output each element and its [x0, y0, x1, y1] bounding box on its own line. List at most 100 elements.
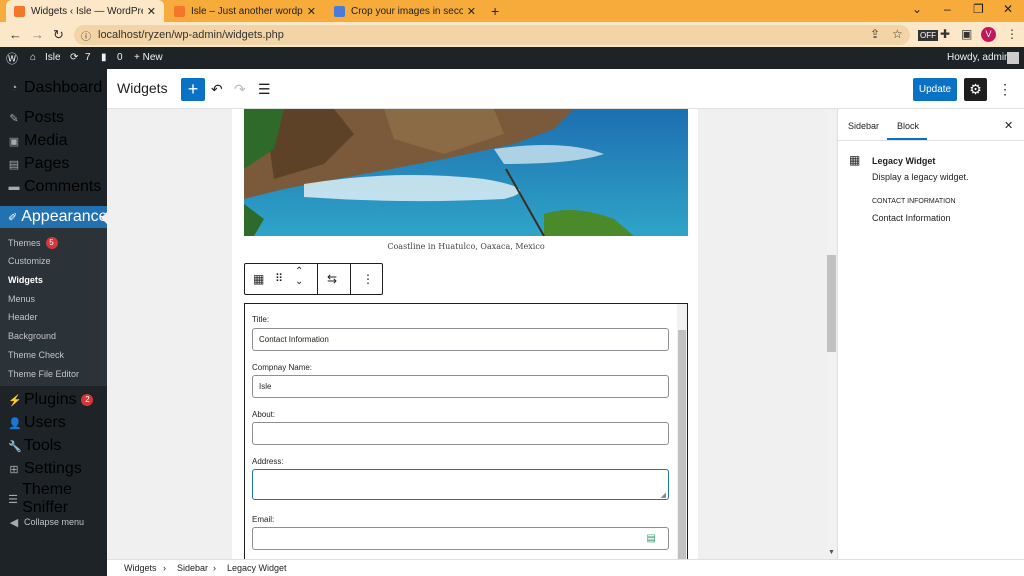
breadcrumb-widgets[interactable]: Widgets — [124, 563, 157, 573]
browser-tab-isle[interactable]: Isle – Just another wordpress the ✕ — [166, 0, 324, 22]
tab-sidebar[interactable]: Sidebar — [848, 121, 879, 131]
menu-posts[interactable]: ✎ Posts — [0, 107, 107, 129]
coastline-image — [244, 109, 688, 236]
menu-collapse[interactable]: ◀ Collapse menu — [0, 511, 107, 533]
browser-tab-crop[interactable]: Crop your images in seconds for ✕ — [326, 0, 484, 22]
submenu-label: Menus — [8, 294, 36, 304]
browser-tab-widgets[interactable]: Widgets ‹ Isle — WordPress ✕ — [6, 0, 164, 22]
howdy-admin[interactable]: Howdy, admin — [947, 52, 1010, 63]
url-text: localhost/ryzen/wp-admin/widgets.php — [98, 29, 284, 41]
undo-icon[interactable]: ↶ — [211, 81, 223, 98]
redo-icon[interactable]: ↷ — [234, 81, 246, 98]
submenu-label: Theme Check — [8, 350, 65, 360]
minimize-icon[interactable]: – — [944, 2, 951, 16]
close-tab-icon[interactable]: ✕ — [307, 5, 316, 18]
wp-admin-bar: Ⓦ ⌂ Isle ⟳ 7 ▮ 0 + New Howdy, admin — [0, 47, 1024, 69]
updates-count[interactable]: 7 — [85, 52, 91, 63]
drag-handle-icon[interactable]: ⠿ — [275, 272, 283, 285]
breadcrumb-legacy-widget[interactable]: Legacy Widget — [227, 563, 287, 573]
wordpress-logo-icon[interactable]: Ⓦ — [6, 50, 18, 67]
menu-settings[interactable]: ⊞ Settings — [0, 458, 107, 480]
form-scrollbar[interactable] — [677, 304, 687, 559]
maximize-icon[interactable]: ❐ — [973, 2, 984, 16]
menu-comments[interactable]: ▬ Comments — [0, 176, 107, 198]
menu-label: Media — [24, 132, 68, 149]
new-content-link[interactable]: + New — [134, 52, 163, 63]
address-bar[interactable]: ⓘ localhost/ryzen/wp-admin/widgets.php — [74, 25, 910, 45]
submenu-label: Header — [8, 312, 38, 322]
scroll-down-icon[interactable]: ▼ — [828, 549, 835, 556]
company-name-input[interactable]: Isle — [252, 375, 669, 398]
back-arrow-icon[interactable]: ← — [9, 27, 22, 42]
reload-icon[interactable]: ↻ — [53, 27, 64, 43]
close-tab-icon[interactable]: ✕ — [147, 5, 156, 18]
submenu-widgets[interactable]: Widgets — [0, 271, 107, 289]
resize-grip-icon[interactable]: ◢ — [661, 491, 666, 499]
move-up-down-icon[interactable]: ⌃ ⌄ — [295, 267, 303, 287]
menu-label: Tools — [24, 437, 62, 454]
menu-users[interactable]: 👤 Users — [0, 412, 107, 434]
close-sidebar-icon[interactable]: ✕ — [1004, 119, 1013, 132]
email-input[interactable]: ▤ — [252, 527, 669, 550]
extensions-puzzle-icon[interactable]: ✚ — [940, 27, 950, 41]
tab-search-chevron-icon[interactable]: ⌄ — [912, 2, 922, 16]
site-name-link[interactable]: Isle — [45, 52, 61, 63]
menu-media[interactable]: ▣ Media — [0, 130, 107, 152]
submenu-background[interactable]: Background — [0, 327, 107, 345]
menu-pages[interactable]: ▤ Pages — [0, 153, 107, 175]
menu-appearance[interactable]: ✐ Appearance — [0, 206, 108, 228]
new-tab-plus-icon[interactable]: + — [491, 3, 499, 19]
sidepanel-icon[interactable]: ▣ — [961, 27, 972, 41]
submenu-theme-file-editor[interactable]: Theme File Editor — [0, 365, 107, 383]
menu-theme-sniffer[interactable]: ☰ Theme Sniffer — [0, 481, 107, 516]
menu-label: Collapse menu — [24, 517, 85, 527]
block-inserter-button[interactable]: + — [181, 78, 205, 101]
profile-avatar[interactable]: V — [981, 27, 996, 42]
pages-icon: ▤ — [8, 158, 20, 171]
form-scrollbar-thumb[interactable] — [678, 330, 686, 559]
submenu-themes[interactable]: Themes 5 — [0, 234, 107, 252]
browser-menu-icon[interactable]: ⋮ — [1006, 27, 1018, 41]
admin-avatar[interactable] — [1007, 52, 1019, 64]
menu-dashboard[interactable]: ◔ Dashboard — [0, 77, 107, 99]
chevron-right-icon: › — [213, 563, 216, 573]
bookmark-star-icon[interactable]: ☆ — [892, 27, 903, 41]
canvas-scrollbar-thumb[interactable] — [827, 255, 836, 352]
autofill-card-icon[interactable]: ▤ — [647, 533, 656, 544]
collapse-icon: ◀ — [9, 516, 19, 529]
widget-heading: CONTACT INFORMATION — [872, 198, 956, 205]
update-button[interactable]: Update — [913, 78, 957, 101]
transform-icon[interactable]: ⇆ — [327, 272, 337, 286]
breadcrumb-sidebar[interactable]: Sidebar — [177, 563, 208, 573]
comments-icon[interactable]: ▮ — [101, 52, 107, 63]
updates-icon[interactable]: ⟳ — [70, 52, 78, 63]
tab-block[interactable]: Block — [897, 121, 919, 131]
list-icon: ☰ — [8, 493, 19, 506]
extension-off-icon[interactable]: OFF — [918, 30, 938, 41]
home-icon[interactable]: ⌂ — [30, 52, 36, 63]
media-icon: ▣ — [8, 135, 20, 148]
canvas-scrollbar[interactable] — [827, 109, 836, 559]
submenu-header[interactable]: Header — [0, 308, 107, 326]
share-icon[interactable]: ⇪ — [870, 27, 880, 41]
email-label: Email: — [252, 515, 275, 524]
close-window-icon[interactable]: ✕ — [1003, 2, 1013, 16]
comments-count[interactable]: 0 — [117, 52, 123, 63]
site-info-icon[interactable]: ⓘ — [81, 28, 91, 43]
options-menu-icon[interactable]: ⋮ — [998, 81, 1012, 98]
close-tab-icon[interactable]: ✕ — [467, 5, 476, 18]
submenu-menus[interactable]: Menus — [0, 290, 107, 308]
forward-arrow-icon[interactable]: → — [31, 27, 44, 42]
more-options-icon[interactable]: ⋮ — [362, 272, 374, 286]
address-textarea[interactable]: ◢ — [252, 469, 669, 500]
calendar-block-icon[interactable]: ▦ — [253, 272, 264, 286]
settings-gear-icon[interactable]: ⚙ — [964, 78, 987, 101]
block-description: Display a legacy widget. — [872, 172, 969, 182]
menu-tools[interactable]: 🔧 Tools — [0, 435, 107, 457]
submenu-customize[interactable]: Customize — [0, 252, 107, 270]
menu-plugins[interactable]: ⚡ Plugins 2 — [0, 389, 107, 411]
about-input[interactable] — [252, 422, 669, 445]
title-input[interactable]: Contact Information — [252, 328, 669, 351]
list-view-icon[interactable]: ☰ — [258, 81, 271, 98]
submenu-theme-check[interactable]: Theme Check — [0, 346, 107, 364]
